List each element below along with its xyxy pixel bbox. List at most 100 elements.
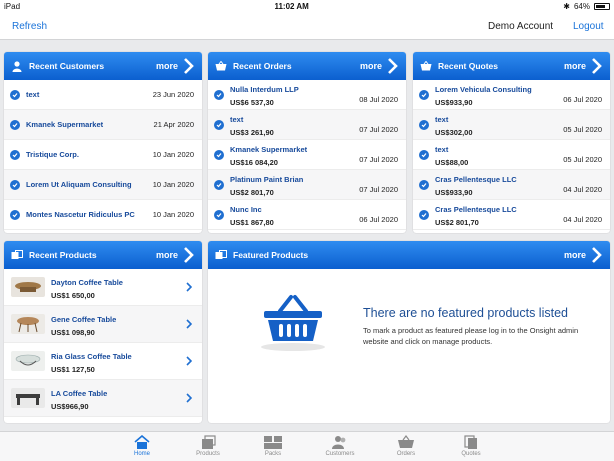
shopping-basket-icon [261,295,325,351]
check-icon [214,210,224,220]
order-amount: US$3 261,90 [230,128,274,137]
order-row[interactable]: Kmanek Supermarket US$16 084,20 07 Jul 202… [208,140,406,170]
product-thumbnail [11,314,45,334]
product-name: Dayton Coffee Table [51,278,123,287]
chevron-right-icon [186,393,192,403]
tab-label: Orders [396,451,416,457]
check-icon [419,120,429,130]
empty-state-title: There are no featured products listed [363,306,568,320]
order-amount: US$16 084,20 [230,158,278,167]
order-customer: text [230,115,244,124]
status-bar: iPad 11:02 AM ✱ 64% [0,0,614,13]
check-icon [214,150,224,160]
customer-row[interactable]: text 23 Jun 2020 [4,80,202,110]
tab-home[interactable]: Home [117,435,167,457]
products-more-button[interactable]: more [156,247,194,263]
order-row[interactable]: Nunc Inc US$1 867,80 06 Jul 2020 [208,200,406,230]
quote-amount: US$302,00 [435,128,473,137]
product-row[interactable]: Dayton Coffee Table US$1 650,00 [4,269,202,306]
customer-row[interactable]: Lorem Ut Aliquam Consulting 10 Jan 2020 [4,170,202,200]
quotes-icon [464,435,477,449]
quote-row[interactable]: text US$302,00 05 Jul 2020 [413,110,610,140]
battery-icon [594,3,610,10]
device-label: iPad [4,2,21,11]
order-row[interactable]: Platinum Paint Brian US$2 801,70 07 Jul 20… [208,170,406,200]
featured-more-button[interactable]: more [564,247,602,263]
tab-customers[interactable]: Customers [315,435,365,457]
recent-orders-title: Recent Orders [233,61,292,71]
chevron-right-icon [184,247,194,263]
order-amount: US$6 537,30 [230,98,274,107]
order-customer: Nunc Inc [230,205,262,214]
order-amount: US$1 867,80 [230,218,274,227]
status-right: ✱ 64% [563,2,610,11]
recent-quotes-panel: Recent Quotes more Lorem Vehicula Consul… [413,52,610,233]
product-thumbnail [11,351,45,371]
order-row[interactable]: text US$3 261,90 07 Jul 2020 [208,110,406,140]
quotes-more-button[interactable]: more [564,58,602,74]
refresh-button[interactable]: Refresh [12,21,47,32]
tab-quotes[interactable]: Quotes [446,435,496,457]
chevron-right-icon [388,58,398,74]
account-name: Demo Account [488,21,554,32]
more-label: more [563,61,586,71]
quote-amount: US$2 801,70 [435,218,479,227]
customer-date: 10 Jan 2020 [152,210,194,219]
tab-label: Home [133,451,150,457]
basket-icon [215,60,227,72]
check-icon [10,119,20,130]
customers-icon [332,436,346,449]
quote-customer: Cras Pellentesque LLC [435,175,517,184]
product-row[interactable]: Ria Glass Coffee Table US$1 127,50 [4,343,202,380]
products-list: Dayton Coffee Table US$1 650,00 Gene Coff… [4,269,202,417]
orders-more-button[interactable]: more [360,58,398,74]
check-icon [10,179,20,190]
customers-list: text 23 Jun 2020 Kmanek Supermarket 21 Apr… [4,80,202,230]
tab-packs[interactable]: Packs [248,435,298,457]
home-icon [134,435,150,449]
check-icon [10,89,20,100]
customer-row[interactable]: Tristique Corp. 10 Jan 2020 [4,140,202,170]
recent-quotes-title: Recent Quotes [438,61,498,71]
quotes-list: Lorem Vehicula Consulting US$933,90 06 Jul… [413,80,610,230]
tab-products[interactable]: Products [183,435,233,457]
product-price: US$1 127,50 [51,365,95,374]
customer-name: Montes Nascetur Ridiculus PC [26,210,135,219]
logout-button[interactable]: Logout [573,21,604,32]
products-icon [202,435,216,449]
check-icon [419,90,429,100]
tab-label: Quotes [461,451,481,457]
more-label: more [359,61,382,71]
customer-row[interactable]: Montes Nascetur Ridiculus PC 10 Jan 2020 [4,200,202,230]
order-row[interactable]: Nulla Interdum LLP US$6 537,30 08 Jul 2020 [208,80,406,110]
customers-more-button[interactable]: more [156,58,194,74]
order-customer: Platinum Paint Brian [230,175,304,184]
quote-date: 05 Jul 2020 [563,155,602,164]
quote-row[interactable]: Lorem Vehicula Consulting US$933,90 06 Jul… [413,80,610,110]
customer-name: Tristique Corp. [26,150,79,159]
check-icon [214,90,224,100]
bottom-tab-bar: Home Products Packs Customers Orders Quo… [0,431,614,461]
quote-row[interactable]: text US$88,00 05 Jul 2020 [413,140,610,170]
product-row[interactable]: Gene Coffee Table US$1 098,90 [4,306,202,343]
recent-quotes-header: Recent Quotes more [413,52,610,80]
product-thumbnail [11,388,45,408]
customer-row[interactable]: Kmanek Supermarket 21 Apr 2020 [4,110,202,140]
tab-orders[interactable]: Orders [381,435,431,457]
recent-orders-panel: Recent Orders more Nulla Interdum LLP US$… [208,52,406,233]
check-icon [419,180,429,190]
product-row[interactable]: LA Coffee Table US$966,90 [4,380,202,417]
quote-row[interactable]: Cras Pellentesque LLC US$2 801,70 04 Jul 2… [413,200,610,230]
battery-percent: 64% [573,2,590,11]
quote-row[interactable]: Cras Pellentesque LLC US$933,90 04 Jul 202… [413,170,610,200]
tab-label: Products [196,451,220,457]
order-customer: Kmanek Supermarket [230,145,308,154]
quote-date: 05 Jul 2020 [563,125,602,134]
quote-date: 06 Jul 2020 [563,95,602,104]
recent-customers-panel: Recent Customers more text 23 Jun 2020 Km… [4,52,202,233]
quote-customer: Cras Pellentesque LLC [435,205,517,214]
packs-icon [264,436,282,449]
person-icon [11,60,23,72]
basket-icon [420,60,432,72]
products-icon [215,249,227,261]
